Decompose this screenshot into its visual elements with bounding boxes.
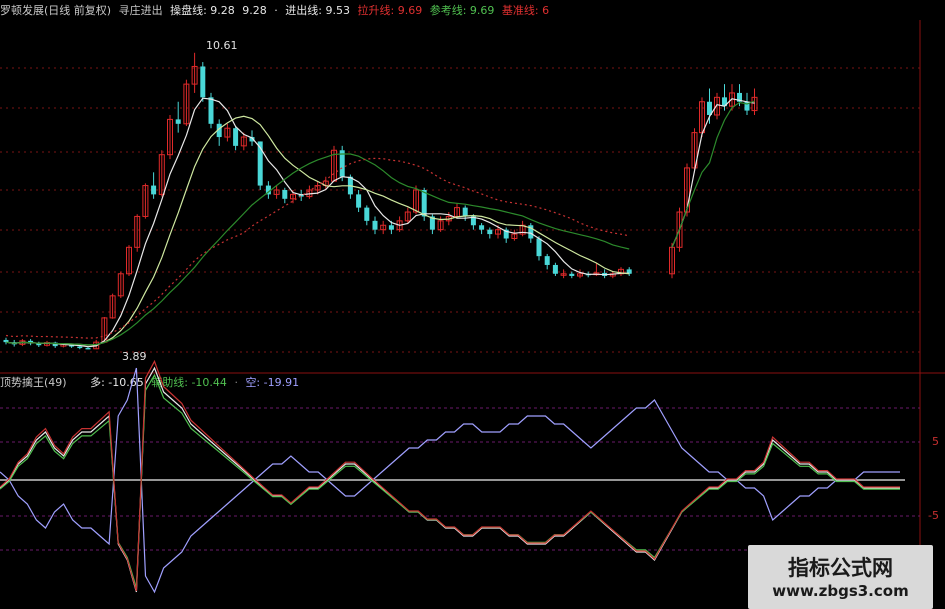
candle-body [282, 189, 288, 199]
candlestick-panel [3, 52, 758, 350]
watermark: 指标公式网 www.zbgs3.com [748, 545, 933, 609]
candle-body [208, 97, 214, 124]
candle-body [356, 194, 362, 208]
chart-window: { "upper_header": { "title": "罗顿发展(日线 前复… [0, 0, 945, 609]
watermark-title: 指标公式网 [788, 556, 893, 580]
candle-body [388, 225, 394, 230]
chart-canvas: 10.61 3.89 5 -5 [0, 20, 945, 609]
grid-lines [0, 20, 945, 609]
low-price-label: 3.89 [122, 350, 147, 363]
axis-tick-neg5: -5 [928, 509, 939, 522]
candle-body [544, 256, 550, 265]
candle-body [233, 128, 239, 146]
high-price-label: 10.61 [206, 39, 238, 52]
candle-body [372, 220, 378, 230]
candle-body [421, 189, 427, 217]
candle-body [552, 264, 558, 274]
ma-line-dotted [5, 157, 630, 339]
candle-body [175, 119, 181, 124]
candle-body [479, 225, 485, 230]
candle-body [364, 207, 370, 221]
candle-body [85, 347, 91, 350]
candle-body [151, 185, 157, 195]
candle-body [569, 273, 575, 276]
ma-line-short [5, 97, 630, 348]
candle-body [200, 66, 206, 98]
candle-body [77, 346, 83, 349]
candle-body [3, 339, 9, 343]
candle-body [487, 229, 493, 235]
axis-tick-5: 5 [932, 435, 939, 448]
candle-body [462, 207, 468, 217]
ma-line-mid [5, 115, 630, 346]
watermark-url: www.zbgs3.com [772, 582, 909, 600]
candle-body [536, 238, 542, 257]
